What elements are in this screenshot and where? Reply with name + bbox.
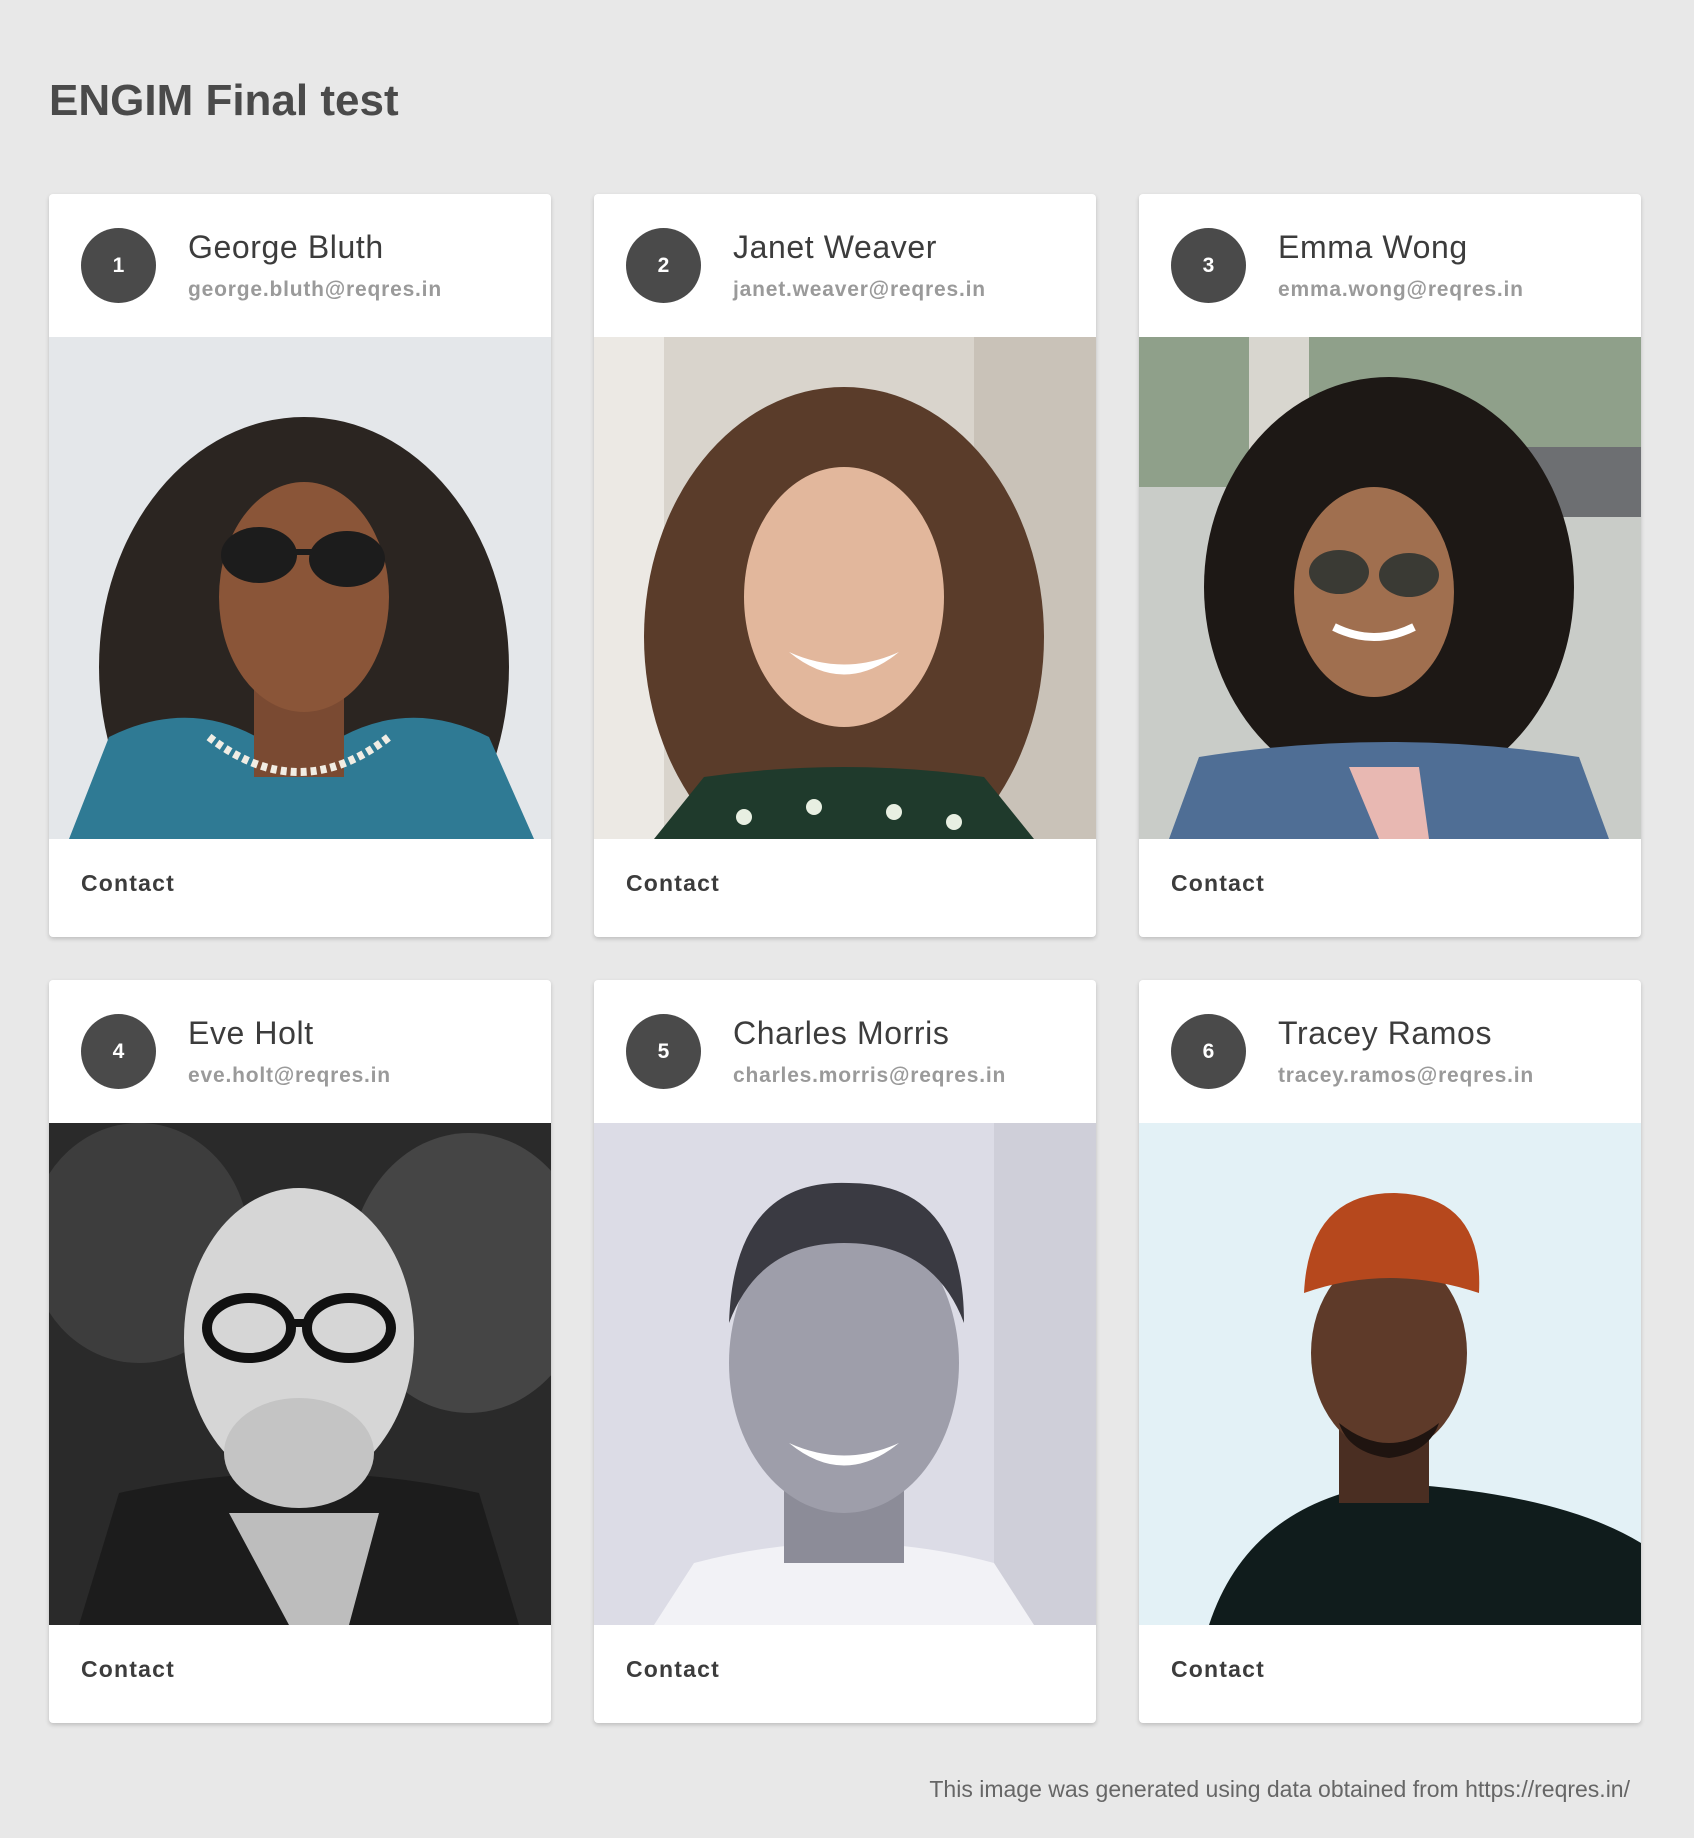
card-header: 3 Emma Wong emma.wong@reqres.in xyxy=(1139,194,1641,337)
contact-button[interactable]: Contact xyxy=(81,1656,175,1683)
user-number-avatar: 6 xyxy=(1171,1014,1246,1089)
page-title: ENGIM Final test xyxy=(49,76,399,125)
user-email: tracey.ramos@reqres.in xyxy=(1278,1064,1534,1087)
user-name: Charles Morris xyxy=(733,1015,950,1051)
card-header: 1 George Bluth george.bluth@reqres.in xyxy=(49,194,551,337)
card-header: 6 Tracey Ramos tracey.ramos@reqres.in xyxy=(1139,980,1641,1123)
user-name: Eve Holt xyxy=(188,1015,314,1051)
user-card-tracey-ramos: 6 Tracey Ramos tracey.ramos@reqres.in Co… xyxy=(1139,980,1641,1723)
user-email: eve.holt@reqres.in xyxy=(188,1064,391,1087)
card-header: 2 Janet Weaver janet.weaver@reqres.in xyxy=(594,194,1096,337)
contact-button[interactable]: Contact xyxy=(626,870,720,897)
contact-button[interactable]: Contact xyxy=(1171,1656,1265,1683)
user-card-charles-morris: 5 Charles Morris charles.morris@reqres.i… xyxy=(594,980,1096,1723)
user-name: Janet Weaver xyxy=(733,229,938,265)
user-photo xyxy=(594,1123,1096,1625)
user-email: charles.morris@reqres.in xyxy=(733,1064,1007,1087)
user-card-george-bluth: 1 George Bluth george.bluth@reqres.in Co… xyxy=(49,194,551,937)
user-photo xyxy=(1139,1123,1641,1625)
user-name: Emma Wong xyxy=(1278,229,1468,265)
user-photo xyxy=(49,337,551,839)
user-photo xyxy=(49,1123,551,1625)
user-email: janet.weaver@reqres.in xyxy=(733,278,986,301)
user-photo xyxy=(1139,337,1641,839)
user-card-eve-holt: 4 Eve Holt eve.holt@reqres.in Contact xyxy=(49,980,551,1723)
user-number-avatar: 4 xyxy=(81,1014,156,1089)
user-name: George Bluth xyxy=(188,229,384,265)
user-name: Tracey Ramos xyxy=(1278,1015,1493,1051)
user-card-janet-weaver: 2 Janet Weaver janet.weaver@reqres.in Co… xyxy=(594,194,1096,937)
footer-attribution: This image was generated using data obta… xyxy=(929,1776,1630,1802)
user-number-avatar: 5 xyxy=(626,1014,701,1089)
card-header: 4 Eve Holt eve.holt@reqres.in xyxy=(49,980,551,1123)
user-photo xyxy=(594,337,1096,839)
contact-button[interactable]: Contact xyxy=(81,870,175,897)
user-card-emma-wong: 3 Emma Wong emma.wong@reqres.in Contact xyxy=(1139,194,1641,937)
user-number-avatar: 2 xyxy=(626,228,701,303)
user-number-avatar: 3 xyxy=(1171,228,1246,303)
contact-button[interactable]: Contact xyxy=(626,1656,720,1683)
contact-button[interactable]: Contact xyxy=(1171,870,1265,897)
user-number-avatar: 1 xyxy=(81,228,156,303)
user-email: emma.wong@reqres.in xyxy=(1278,278,1524,301)
user-email: george.bluth@reqres.in xyxy=(188,278,442,301)
card-header: 5 Charles Morris charles.morris@reqres.i… xyxy=(594,980,1096,1123)
